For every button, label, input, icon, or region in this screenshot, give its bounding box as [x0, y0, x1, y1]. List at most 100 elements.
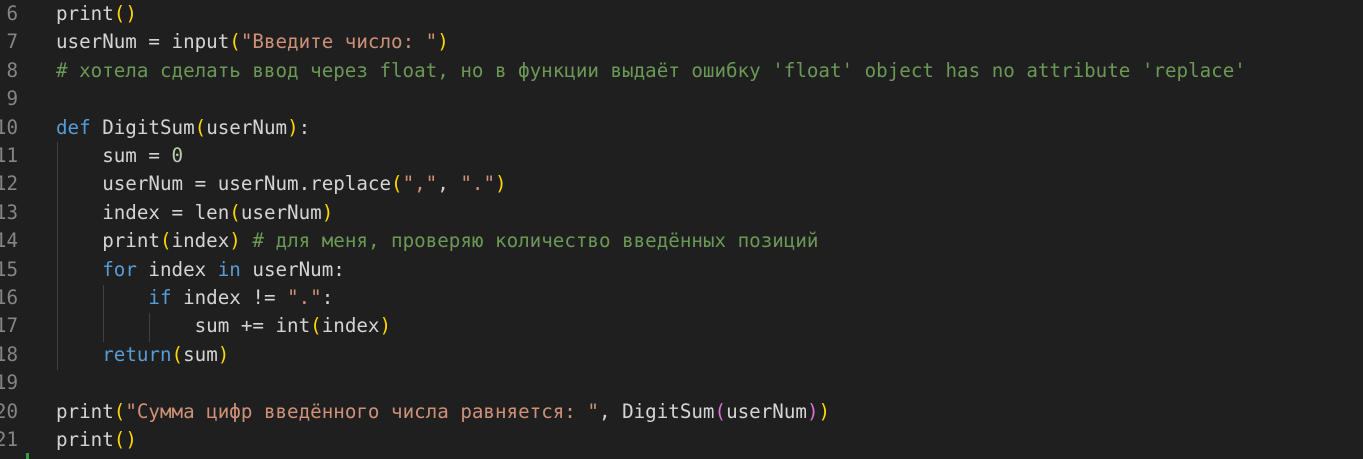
code-text: userNum = userNum.replace(",", ".") [56, 170, 507, 198]
code-token: ) [125, 428, 137, 451]
code-token: sum = [56, 144, 172, 167]
code-token: DigitSum [90, 115, 195, 139]
code-token: ) [437, 30, 449, 54]
code-token: ( [159, 229, 172, 253]
code-line[interactable]: 14 print(index) # для меня, проверяю кол… [0, 227, 1363, 255]
code-token: print [56, 229, 160, 253]
code-token: ( [113, 428, 126, 451]
code-line[interactable]: 6 print() [0, 0, 1363, 28]
code-text: if index != ".": [56, 284, 333, 312]
line-number: 9 [6, 87, 18, 111]
code-token: "," [402, 172, 438, 196]
code-token: ) [229, 229, 241, 253]
code-line[interactable]: 7 userNum = input("Введите число: ") [0, 28, 1363, 56]
code-line[interactable]: 12 userNum = userNum.replace(",", ".") [0, 170, 1363, 198]
code-token: "." [287, 286, 322, 309]
code-token: index = len [56, 200, 230, 224]
code-token: "Сумма цифр введённого числа равняется: … [125, 399, 599, 423]
code-token: "Введите число: " [240, 30, 438, 54]
code-line[interactable]: 17 sum += int(index) [0, 312, 1363, 340]
indent-guide [149, 313, 150, 342]
code-token: index [321, 314, 380, 338]
code-token: , DigitSum [598, 399, 715, 423]
code-line[interactable]: 19 [0, 369, 1363, 397]
code-text: sum += int(index) [56, 312, 391, 340]
code-line[interactable]: 21 print() [0, 426, 1363, 454]
code-token: print [56, 399, 114, 423]
code-text: def DigitSum(userNum): [56, 114, 310, 142]
code-token: ) [287, 115, 299, 139]
line-number: 15 [0, 257, 18, 281]
code-token: ) [806, 399, 819, 423]
code-line[interactable]: 16 if index != ".": [0, 284, 1363, 312]
code-line[interactable]: 9 [0, 85, 1363, 113]
line-number: 14 [0, 229, 18, 253]
line-number: 21 [0, 428, 18, 451]
code-token: userNum [206, 115, 288, 139]
code-token: ) [217, 342, 230, 366]
code-text: print() [56, 426, 137, 454]
code-text: for index in userNum: [56, 256, 345, 284]
line-number: 10 [0, 115, 18, 139]
code-token: : [321, 286, 334, 309]
code-line[interactable]: 15 for index in userNum: [0, 256, 1363, 284]
code-text: userNum = input("Введите число: ") [56, 28, 449, 56]
code-line[interactable]: 13 index = len(userNum) [0, 199, 1363, 227]
code-token: userNum [726, 399, 807, 423]
code-text: print("Сумма цифр введённого числа равня… [56, 398, 830, 426]
code-token: sum += int [56, 314, 311, 338]
code-token: userNum: [240, 257, 345, 281]
line-number: 7 [6, 30, 18, 54]
code-token: 0 [171, 144, 184, 167]
code-line[interactable]: 8 # хотела сделать ввод через float, но в… [0, 57, 1363, 85]
code-token: ( [310, 314, 322, 338]
code-token: ) [818, 399, 831, 423]
indent-guide [103, 285, 104, 342]
code-token: ( [229, 200, 241, 224]
code-token: ( [194, 115, 207, 139]
code-token: ( [714, 399, 727, 423]
code-token: in [217, 257, 241, 281]
code-token: # хотела сделать ввод через float, но в … [56, 58, 1246, 82]
code-line[interactable]: 18 return(sum) [0, 341, 1363, 369]
code-text: sum = 0 [56, 142, 183, 170]
code-token: if [148, 286, 172, 309]
code-token: ( [113, 2, 126, 25]
line-number: 18 [0, 342, 18, 366]
code-token: , [437, 172, 461, 196]
code-text: print() [56, 0, 137, 28]
code-token: index != [171, 286, 288, 309]
code-token: def [56, 115, 91, 139]
code-token: ) [495, 172, 507, 196]
code-token: print [56, 428, 114, 451]
line-number: 11 [0, 144, 18, 167]
code-token: print [56, 2, 114, 25]
code-text: index = len(userNum) [56, 199, 333, 227]
code-text: # хотела сделать ввод через float, но в … [56, 57, 1246, 85]
line-number: 20 [0, 399, 18, 423]
code-line[interactable]: 20 print("Сумма цифр введённого числа рав… [0, 398, 1363, 426]
code-token: : [298, 115, 311, 139]
code-token: index [136, 257, 218, 281]
line-number: 13 [0, 200, 18, 224]
code-text: print(index) # для меня, проверяю количе… [56, 227, 818, 255]
line-number: 8 [6, 58, 18, 82]
code-line[interactable]: 11 sum = 0 [0, 142, 1363, 170]
code-token: ( [229, 30, 241, 54]
code-token: ( [391, 172, 403, 196]
code-token: "." [460, 172, 495, 196]
code-token: userNum = userNum.replace [56, 172, 392, 196]
code-token: userNum [240, 200, 322, 224]
line-number: 16 [0, 286, 18, 309]
code-line[interactable]: 10 def DigitSum(userNum): [0, 114, 1363, 142]
line-number: 17 [0, 314, 18, 338]
code-token: sum [183, 342, 218, 366]
code-token: ) [321, 200, 334, 224]
code-token: return [102, 342, 172, 366]
code-token: ( [171, 342, 184, 366]
code-token: ) [379, 314, 392, 338]
code-token: ( [113, 399, 126, 423]
